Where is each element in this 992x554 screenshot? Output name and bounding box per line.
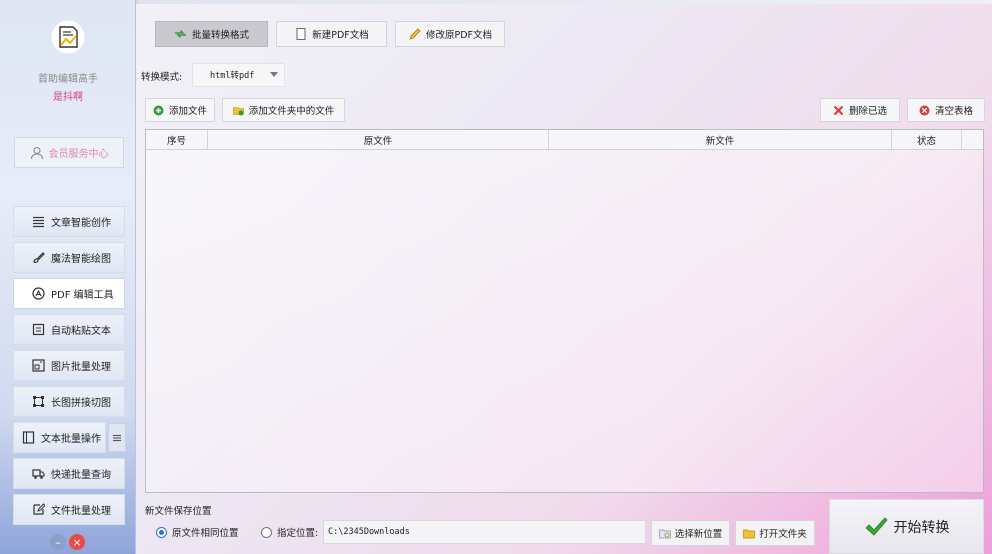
edit-pdf-button[interactable]: 修改原PDF文档	[395, 21, 505, 47]
window-controls: – ×	[50, 534, 85, 550]
sidebar-item-paste[interactable]: 自动粘贴文本	[13, 314, 125, 345]
delete-selected-label: 删除已选	[848, 106, 887, 117]
sidebar-item-image[interactable]: 图片批量处理	[13, 350, 125, 381]
start-convert-label: 开始转换	[893, 519, 950, 536]
image-icon	[32, 359, 45, 372]
radio-dot[interactable]	[156, 526, 167, 538]
document-icon	[296, 28, 306, 40]
batch-convert-button[interactable]: 批量转换格式	[155, 21, 268, 47]
save-path-input[interactable]: C:\2345Downloads	[323, 520, 646, 544]
add-folder-button[interactable]: 添加文件夹中的文件	[222, 98, 345, 122]
crop-icon	[33, 396, 44, 407]
add-folder-label: 添加文件夹中的文件	[248, 106, 335, 117]
radio-same-location[interactable]: 原文件相同位置	[156, 525, 239, 539]
new-pdf-button[interactable]: 新建PDF文档	[276, 21, 387, 47]
checkmark-icon	[864, 516, 888, 536]
open-folder-button[interactable]: 打开文件夹	[735, 520, 815, 546]
folder-search-icon	[658, 529, 671, 538]
sidebar-item-express[interactable]: 快递批量查询	[13, 458, 125, 489]
radio-dot[interactable]	[261, 526, 272, 538]
choose-location-button[interactable]: 选择新位置	[651, 520, 730, 546]
file-table[interactable]: 序号 原文件 新文件 状态	[145, 129, 984, 493]
sidebar: 首助编辑高手 是抖啊 会员服务中心 文章智能创作 魔法智能绘图 PDF 编辑工具…	[0, 0, 136, 554]
column-header-original[interactable]: 原文件	[208, 130, 549, 149]
plus-circle-icon	[153, 105, 164, 115]
member-center-label: 会员服务中心	[48, 149, 109, 160]
column-header-index[interactable]: 序号	[146, 130, 208, 149]
sidebar-item-label: 文件批量处理	[51, 506, 111, 517]
radio-same-label: 原文件相同位置	[172, 528, 239, 539]
sidebar-item-pdf-tool[interactable]: PDF 编辑工具	[13, 278, 125, 309]
folder-add-icon	[232, 106, 244, 115]
start-convert-button[interactable]: 开始转换	[829, 499, 984, 554]
sidebar-item-label: 图片批量处理	[51, 362, 111, 373]
clear-circle-icon	[919, 105, 930, 115]
sidebar-item-crop[interactable]: 长图拼接切图	[13, 386, 125, 417]
open-folder-label: 打开文件夹	[759, 529, 807, 540]
save-path-value: C:\2345Downloads	[328, 527, 410, 537]
sidebar-item-label: 自动粘贴文本	[51, 326, 111, 337]
mode-select-value: html转pdf	[210, 71, 255, 81]
sidebar-item-label: 文章智能创作	[51, 218, 111, 229]
close-icon[interactable]: ×	[69, 534, 85, 550]
lines-icon	[33, 216, 44, 228]
mode-label: 转换模式:	[141, 72, 183, 83]
pdf-icon	[32, 287, 45, 300]
sidebar-item-label: 快递批量查询	[51, 470, 111, 481]
brush-icon	[33, 252, 45, 263]
text-icon	[22, 431, 35, 444]
text-batch-menu-button[interactable]	[108, 423, 126, 452]
folder-icon	[743, 529, 756, 538]
add-file-button[interactable]: 添加文件	[145, 98, 215, 122]
batch-convert-label: 批量转换格式	[191, 30, 249, 41]
sidebar-item-label: 长图拼接切图	[51, 398, 111, 409]
choose-location-label: 选择新位置	[674, 529, 723, 540]
pencil-icon	[409, 28, 421, 40]
red-x-icon	[833, 105, 844, 115]
sidebar-item-label: 文本批量操作	[41, 434, 101, 445]
chevron-down-icon	[270, 72, 278, 77]
sidebar-item-drawing[interactable]: 魔法智能绘图	[13, 242, 125, 273]
sidebar-item-file-batch[interactable]: 文件批量处理	[13, 494, 125, 525]
delete-selected-button[interactable]: 删除已选	[820, 98, 900, 122]
table-header: 序号 原文件 新文件 状态	[146, 130, 983, 150]
app-name: 首助编辑高手	[38, 74, 98, 85]
radio-custom-label: 指定位置:	[277, 528, 319, 539]
app-logo-icon	[49, 18, 87, 56]
edit-pdf-label: 修改原PDF文档	[425, 30, 492, 41]
member-center-button[interactable]: 会员服务中心	[14, 137, 124, 168]
mode-select[interactable]: html转pdf	[192, 63, 285, 87]
clear-table-label: 清空表格	[934, 106, 973, 117]
minimize-icon[interactable]: –	[50, 534, 66, 550]
sidebar-item-text-batch[interactable]: 文本批量操作	[13, 422, 106, 453]
convert-icon	[174, 29, 186, 39]
column-header-spacer	[962, 130, 983, 149]
menu-icon	[113, 434, 121, 441]
radio-custom-location[interactable]: 指定位置:	[261, 525, 318, 539]
save-location-label: 新文件保存位置	[145, 506, 212, 517]
new-pdf-label: 新建PDF文档	[312, 30, 369, 41]
clear-table-button[interactable]: 清空表格	[907, 98, 985, 122]
user-name[interactable]: 是抖啊	[0, 88, 136, 103]
sidebar-item-label: PDF 编辑工具	[51, 290, 114, 301]
sidebar-item-label: 魔法智能绘图	[51, 254, 111, 265]
column-header-new[interactable]: 新文件	[549, 130, 892, 149]
truck-icon	[32, 469, 45, 479]
user-icon	[30, 146, 43, 159]
window-top-strip	[0, 0, 992, 4]
paste-icon	[32, 323, 45, 336]
column-header-status[interactable]: 状态	[892, 130, 962, 149]
file-edit-icon	[33, 503, 45, 515]
sidebar-item-article[interactable]: 文章智能创作	[13, 206, 125, 237]
add-file-label: 添加文件	[168, 106, 207, 117]
